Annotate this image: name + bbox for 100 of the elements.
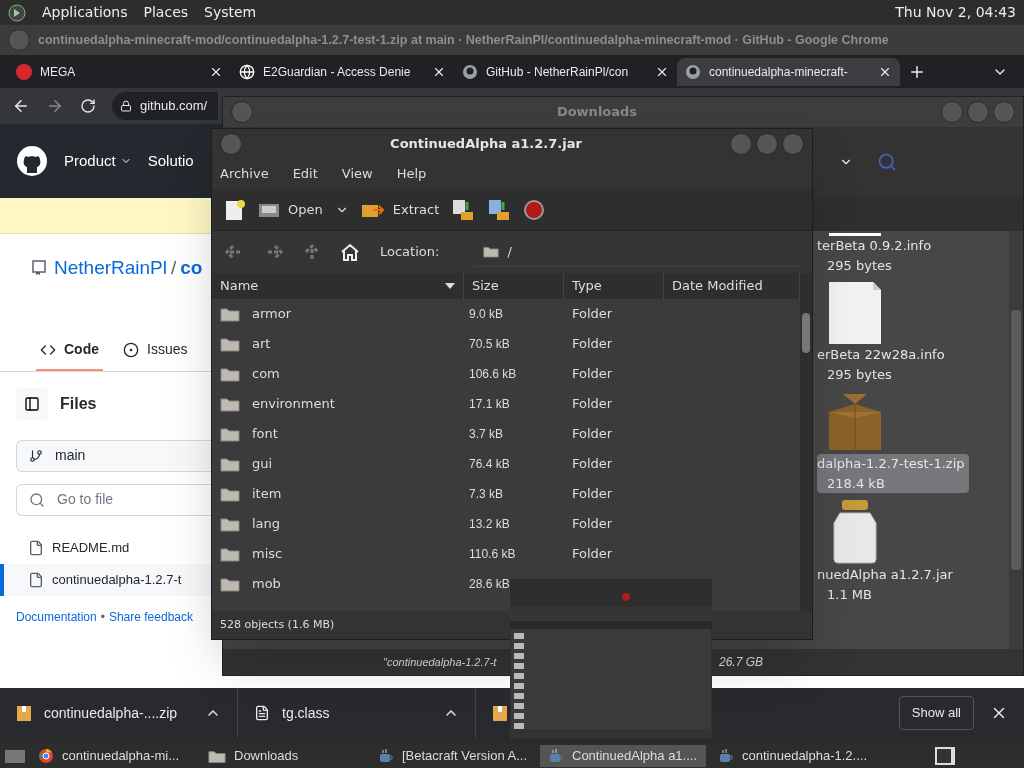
- up-arrow-icon[interactable]: [304, 243, 320, 261]
- add-folder-icon[interactable]: [487, 197, 512, 222]
- show-desktop-icon[interactable]: [4, 747, 26, 765]
- file-item[interactable]: README.md: [0, 531, 211, 564]
- forward-icon[interactable]: [46, 97, 64, 115]
- browser-tab[interactable]: MEGA: [8, 57, 231, 86]
- file-name: nuedAlpha a1.2.7.jar: [817, 566, 953, 584]
- file-row[interactable]: font 3.7 kB Folder: [212, 419, 800, 449]
- file-name: erBeta 22w28a.info: [817, 346, 945, 364]
- file-row[interactable]: mob 28.6 kB: [212, 569, 800, 599]
- panel-menu[interactable]: Places: [143, 2, 189, 23]
- workspace-icon[interactable]: [934, 746, 956, 766]
- taskbar-item[interactable]: Downloads: [200, 745, 366, 767]
- folder-icon: [220, 576, 240, 592]
- repo-owner[interactable]: NetherRainPl: [54, 254, 167, 283]
- taskbar-item[interactable]: continuedalpha-1.2....: [710, 745, 876, 767]
- open-button[interactable]: Open: [258, 199, 323, 220]
- archive-icon: [492, 704, 508, 722]
- search-field[interactable]: Go to file: [16, 483, 211, 516]
- window-title: continuedalpha-minecraft-mod/continuedalpha-1.2.7-test-1.zip at main · NetherRainPl/continuedalpha-minecraft-mod · GitHub - Google Chrome: [38, 31, 889, 49]
- nav-menu[interactable]: Product: [64, 149, 132, 173]
- branch-selector[interactable]: main: [16, 439, 211, 472]
- file-row[interactable]: misc 110.6 kB Folder: [212, 539, 800, 569]
- taskbar-item[interactable]: continuedalpha-mi...: [30, 745, 196, 767]
- clock[interactable]: Thu Nov 2, 04:43: [895, 2, 1016, 23]
- home-icon[interactable]: [340, 243, 360, 261]
- cup-icon: [548, 748, 564, 764]
- file-row[interactable]: gui 76.4 kB Folder: [212, 449, 800, 479]
- file-name: item: [252, 485, 282, 504]
- github-icon: [462, 63, 478, 80]
- file-type: Folder: [571, 515, 614, 534]
- folder-icon: [220, 546, 240, 562]
- file-size: 218.4 kB: [826, 474, 885, 493]
- file-name: art: [252, 335, 271, 354]
- tab-title: GitHub - NetherRainPl/con: [486, 63, 630, 81]
- github-logo-icon[interactable]: [16, 145, 48, 177]
- address-bar[interactable]: github.com/: [112, 92, 218, 120]
- file-item[interactable]: continuedalpha-1.2.7-t: [0, 563, 211, 596]
- file-row[interactable]: item 7.3 kB Folder: [212, 479, 800, 509]
- file-size: 17.1 kB: [468, 396, 511, 413]
- file-label[interactable]: terBeta 0.9.2.info 295 bytes: [817, 236, 936, 275]
- jar-icon: [830, 499, 880, 565]
- nav-menu[interactable]: Solutio: [147, 149, 194, 173]
- taskbar-label: [Betacraft Version A...: [402, 747, 527, 766]
- file-size: 76.4 kB: [468, 456, 511, 473]
- extract-button[interactable]: Extract: [360, 199, 440, 220]
- add-files-icon[interactable]: [451, 197, 476, 222]
- feedback-link[interactable]: Share feedback: [108, 607, 193, 626]
- file-name: mob: [252, 575, 281, 594]
- taskbar-item[interactable]: [Betacraft Version A...: [370, 745, 536, 767]
- folder-icon: [220, 396, 240, 412]
- new-document-icon[interactable]: [224, 198, 246, 221]
- panel-toggle-button[interactable]: [16, 387, 48, 420]
- logo-icon[interactable]: [8, 3, 26, 22]
- window-title: ContinuedAlpha a1.2.7.jar: [389, 135, 583, 154]
- file-icon: [28, 539, 44, 556]
- taskbar-label: Downloads: [234, 747, 299, 766]
- file-row[interactable]: lang 13.2 kB Folder: [212, 509, 800, 539]
- back-icon[interactable]: [12, 97, 30, 115]
- repo-tab[interactable]: Issues: [119, 330, 192, 371]
- panel-menu[interactable]: Applications: [42, 2, 128, 23]
- file-size: 7.3 kB: [468, 486, 505, 503]
- file-type: Folder: [571, 545, 614, 564]
- file-size: 3.7 kB: [468, 426, 505, 443]
- file-type: Folder: [571, 425, 614, 444]
- stop-icon[interactable]: [523, 198, 546, 221]
- repo-name[interactable]: co: [180, 254, 203, 283]
- scrollbar[interactable]: [800, 273, 812, 611]
- taskbar-item[interactable]: ContinuedAlpha a1....: [540, 745, 706, 767]
- scrollbar[interactable]: [1009, 231, 1023, 649]
- file-row[interactable]: art 70.5 kB Folder: [212, 329, 800, 359]
- folder-icon: [220, 486, 240, 502]
- mega-icon: [16, 63, 32, 80]
- panel-menu[interactable]: System: [204, 2, 257, 23]
- file-type: Folder: [571, 335, 614, 354]
- taskbar-label: continuedalpha-1.2....: [742, 747, 868, 766]
- file-row[interactable]: com 106.6 kB Folder: [212, 359, 800, 389]
- file-size: 295 bytes: [826, 256, 892, 275]
- browser-tab[interactable]: continuedalpha-minecraft-: [677, 57, 900, 86]
- documentation-link[interactable]: Documentation: [16, 607, 97, 626]
- browser-tab[interactable]: E2Guardian - Access Denie: [231, 57, 454, 86]
- file-label[interactable]: erBeta 22w28a.info 295 bytes: [817, 345, 949, 384]
- lock-icon: [120, 100, 132, 112]
- file-type: Folder: [571, 305, 614, 324]
- folder-icon: [220, 366, 240, 382]
- reload-icon[interactable]: [80, 98, 96, 114]
- menu-item[interactable]: Edit: [292, 164, 318, 184]
- file-label[interactable]: nuedAlpha a1.2.7.jar 1.1 MB: [817, 565, 957, 604]
- menu-item[interactable]: Help: [396, 164, 427, 184]
- menu-item[interactable]: Archive: [220, 164, 269, 184]
- file-size: 106.6 kB: [468, 366, 518, 383]
- browser-tab[interactable]: GitHub - NetherRainPl/con: [454, 57, 677, 86]
- file-name: misc: [252, 545, 283, 564]
- file-label[interactable]: dalpha-1.2.7-test-1.zip 218.4 kB: [817, 454, 969, 493]
- file-row[interactable]: armor 9.0 kB Folder: [212, 299, 800, 329]
- repo-tab[interactable]: Code: [36, 330, 103, 371]
- file-row[interactable]: environment 17.1 kB Folder: [212, 389, 800, 419]
- file-size: 110.6 kB: [468, 546, 517, 563]
- menu-item[interactable]: View: [341, 164, 373, 184]
- show-all-button[interactable]: Show all: [898, 696, 974, 730]
